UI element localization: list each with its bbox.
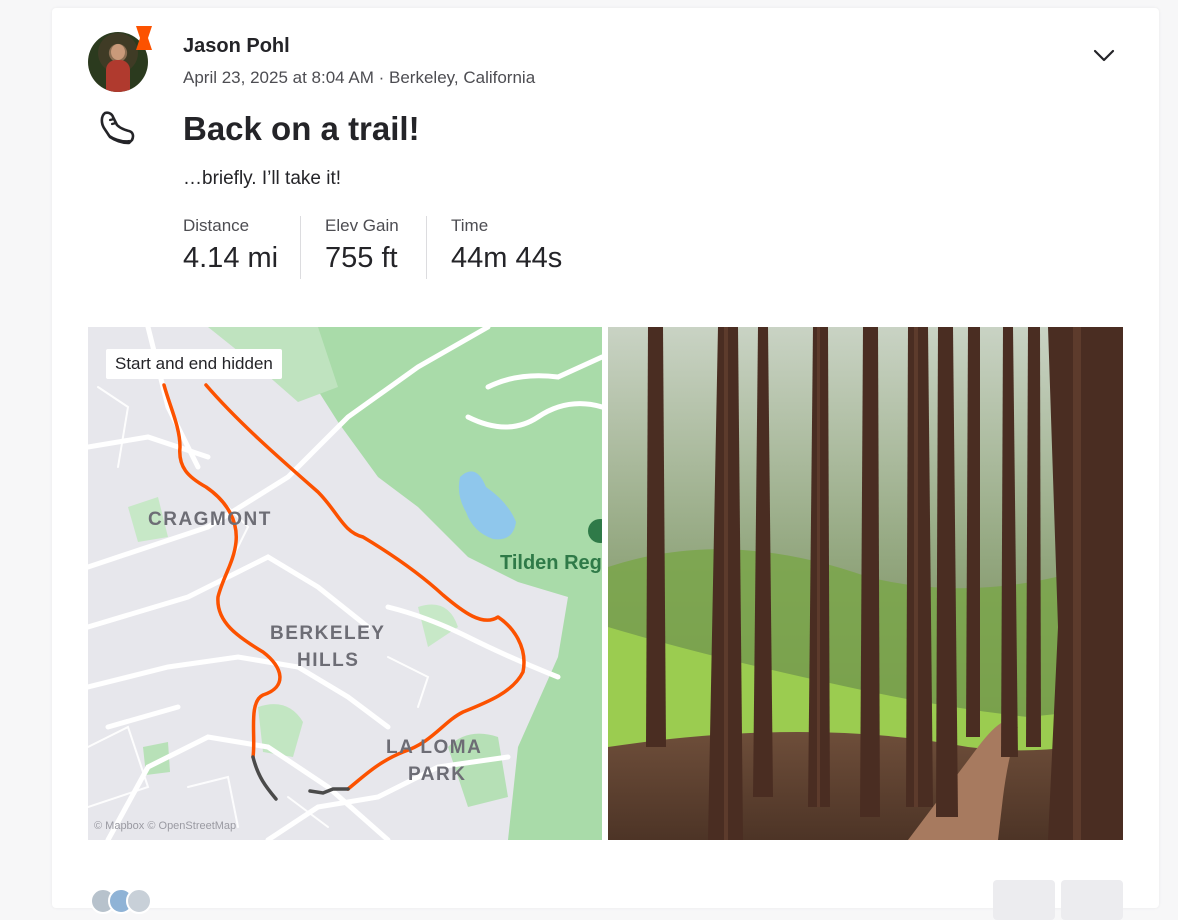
stat-elev-gain: Elev Gain 755 ft (325, 216, 399, 280)
activity-date: April 23, 2025 at 8:04 AM (183, 68, 374, 87)
map-privacy-tag: Start and end hidden (106, 349, 282, 379)
stat-time: Time 44m 44s (451, 216, 562, 280)
meta-separator: · (373, 68, 390, 87)
activity-meta: April 23, 2025 at 8:04 AM · Berkeley, Ca… (183, 68, 535, 88)
map-label-berkeley: BERKELEY (270, 623, 386, 644)
stat-divider (300, 216, 301, 279)
map-label-cragmont: CRAGMONT (148, 509, 272, 530)
map-label-park: PARK (408, 764, 467, 785)
stat-distance: Distance 4.14 mi (183, 216, 278, 280)
activity-title[interactable]: Back on a trail! (183, 110, 420, 148)
comment-button[interactable] (1061, 880, 1123, 920)
activity-location: Berkeley, California (389, 68, 536, 87)
map-label-tilden: Tilden Reg (500, 552, 602, 574)
map-label-hills: HILLS (297, 650, 360, 671)
activity-description: …briefly. I’ll take it! (183, 168, 342, 189)
map-label-la-loma: LA LOMA (386, 737, 483, 758)
forest-photo-graphic (608, 327, 1123, 840)
activity-card: Jason Pohl April 23, 2025 at 8:04 AM · B… (52, 8, 1159, 920)
map-graphic (88, 327, 602, 840)
map-attribution: © Mapbox © OpenStreetMap (94, 820, 237, 832)
stat-value: 755 ft (325, 242, 398, 274)
activity-map[interactable]: Start and end hidden CRAGMONT BERKELEY H… (88, 327, 602, 840)
subscriber-badge-icon (136, 26, 152, 50)
activity-photo[interactable] (608, 327, 1123, 840)
stat-label: Elev Gain (325, 216, 399, 235)
chevron-down-icon[interactable] (1092, 46, 1116, 64)
stat-value: 4.14 mi (183, 242, 279, 274)
stat-label: Time (451, 216, 489, 235)
run-shoe-icon (100, 111, 135, 145)
athlete-name[interactable]: Jason Pohl (183, 35, 290, 58)
kudos-avatars[interactable] (90, 888, 170, 914)
stat-divider (426, 216, 427, 279)
stat-value: 44m 44s (451, 242, 563, 274)
kudos-button[interactable] (993, 880, 1055, 920)
stat-label: Distance (183, 216, 250, 235)
